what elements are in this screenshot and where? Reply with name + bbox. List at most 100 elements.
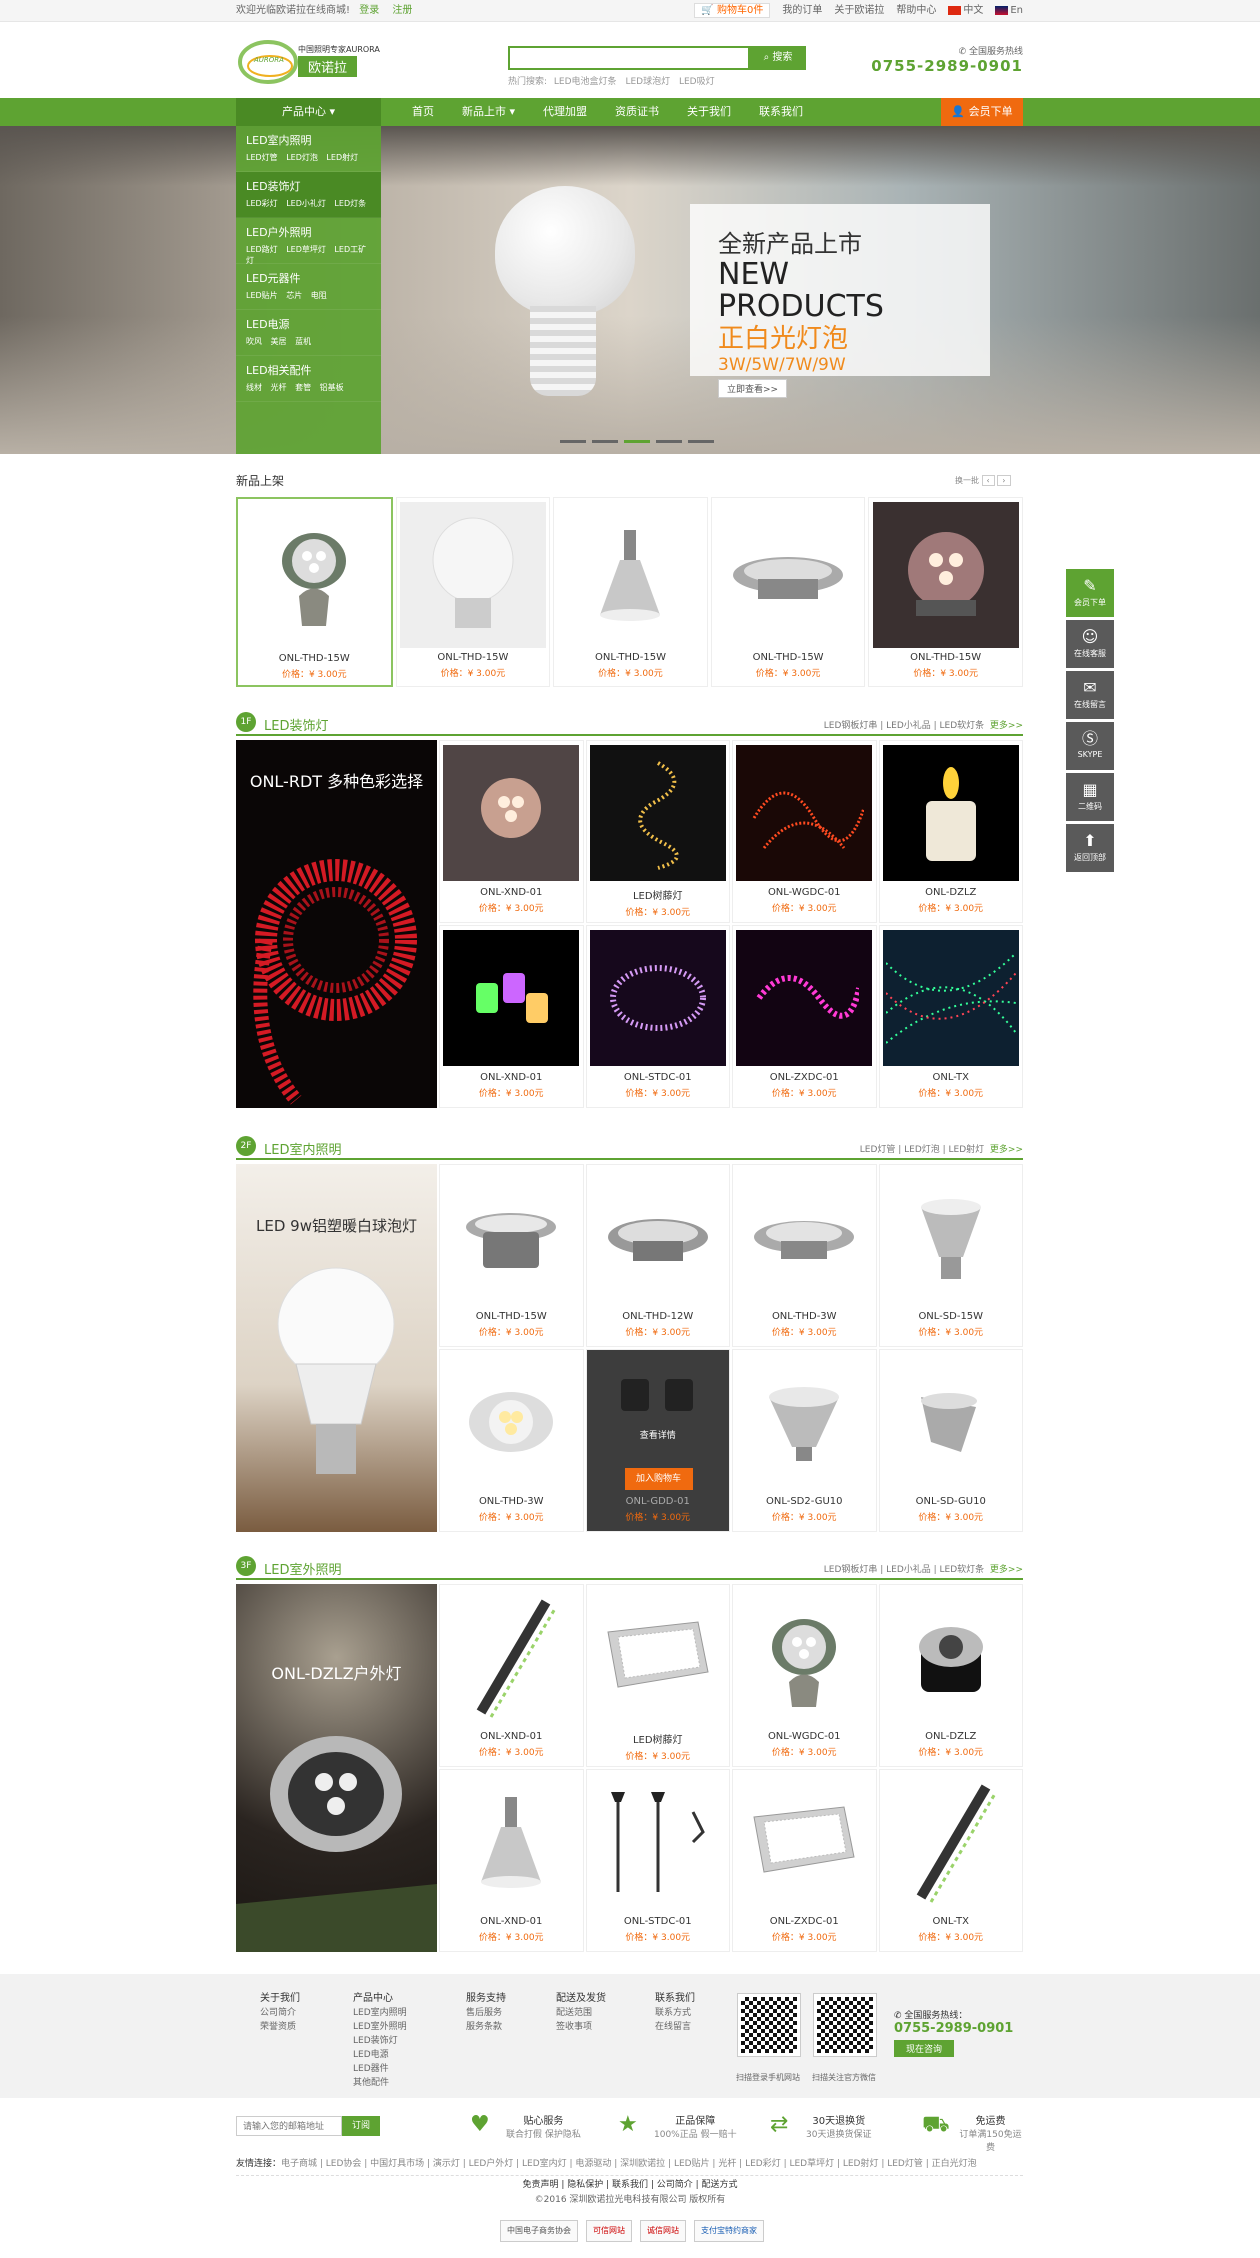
product-cell[interactable]: ONL-SD2-GU10 价格：¥ 3.00元 <box>732 1349 877 1532</box>
member-order-side-button[interactable]: ✎ 会员下单 <box>1066 569 1114 617</box>
floor-title[interactable]: LED室外照明 <box>264 1559 341 1578</box>
trust-badge[interactable]: 可信网站 <box>586 2220 632 2242</box>
floor-title[interactable]: LED装饰灯 <box>264 715 328 734</box>
trust-badge[interactable]: 支付宝特约商家 <box>694 2220 764 2242</box>
nav-contact[interactable]: 联系我们 <box>745 98 817 126</box>
product-cell[interactable]: ONL-STDC-01 价格：¥ 3.00元 <box>585 925 730 1108</box>
product-name[interactable]: ONL-XND-01 <box>440 887 583 898</box>
floor-feature[interactable]: LED 9w铝塑暖白球泡灯 <box>236 1164 437 1532</box>
category-item[interactable]: LED相关配件 线材 光杆 套管 铝基板 <box>236 356 381 402</box>
product-name[interactable]: ONL-XND-01 <box>440 1072 583 1083</box>
product-cell[interactable]: ONL-TX 价格：¥ 3.00元 <box>878 925 1023 1108</box>
back-to-top-button[interactable]: ⬆ 返回顶部 <box>1066 824 1114 872</box>
product-cell[interactable]: ONL-DZLZ 价格：¥ 3.00元 <box>878 740 1023 923</box>
product-cell[interactable]: ONL-TX 价格：¥ 3.00元 <box>878 1769 1023 1952</box>
product-cell[interactable]: ONL-WGDC-01 价格：¥ 3.00元 <box>732 740 877 923</box>
category-subs[interactable]: 线材 光杆 套管 铝基板 <box>246 382 371 393</box>
more-link[interactable]: 更多>> <box>990 1565 1023 1575</box>
carousel-dot[interactable] <box>656 440 682 443</box>
product-name[interactable]: ONL-THD-15W <box>397 652 550 663</box>
product-cell[interactable]: ONL-SD-15W 价格：¥ 3.00元 <box>878 1164 1023 1347</box>
floor-title[interactable]: LED室内照明 <box>264 1139 341 1158</box>
product-name[interactable]: ONL-THD-3W <box>733 1311 876 1322</box>
consult-button[interactable]: 现在咨询 <box>894 2040 955 2057</box>
product-name[interactable]: LED树藤灯 <box>587 887 730 902</box>
floor-sublinks[interactable]: LED钢板灯串 | LED小礼品 | LED软灯条 <box>824 721 984 731</box>
footer-link[interactable]: 配送范围 <box>556 2006 606 2020</box>
product-name[interactable]: ONL-SD-GU10 <box>880 1496 1023 1507</box>
qrcode-button[interactable]: ▦ 二维码 <box>1066 773 1114 821</box>
hot-link[interactable]: LED球泡灯 <box>625 77 670 87</box>
product-cell[interactable]: ONL-STDC-01 价格：¥ 3.00元 <box>585 1769 730 1952</box>
product-cell[interactable]: ONL-XND-01 价格：¥ 3.00元 <box>439 1584 584 1767</box>
footer-link[interactable]: 公司简介 <box>260 2006 300 2020</box>
member-order-button[interactable]: 👤 会员下单 <box>941 98 1023 126</box>
footer-link[interactable]: 荣誉资质 <box>260 2020 300 2034</box>
footer-link[interactable]: LED器件 <box>353 2062 407 2076</box>
product-name[interactable]: ONL-THD-15W <box>712 652 865 663</box>
product-cell[interactable]: ONL-SD-GU10 价格：¥ 3.00元 <box>878 1349 1023 1532</box>
category-subs[interactable]: LED灯管 LED灯泡 LED射灯 <box>246 152 371 163</box>
product-name[interactable]: ONL-SD2-GU10 <box>733 1496 876 1507</box>
next-arrow-icon[interactable]: › <box>997 475 1011 486</box>
footer-link[interactable]: LED室外照明 <box>353 2020 407 2034</box>
nav-certificates[interactable]: 资质证书 <box>601 98 673 126</box>
lang-cn-link[interactable]: 中文 <box>948 0 983 21</box>
carousel-dot[interactable] <box>560 440 586 443</box>
hot-link[interactable]: LED吸灯 <box>679 77 715 87</box>
floor-feature[interactable]: ONL-RDT 多种色彩选择 <box>236 740 437 1108</box>
product-card[interactable]: ONL-THD-15W 价格：¥ 3.00元 <box>868 497 1023 687</box>
product-cell[interactable]: ONL-THD-3W 价格：¥ 3.00元 <box>439 1349 584 1532</box>
product-category-toggle[interactable]: 产品中心 ▾ <box>236 98 381 126</box>
hot-link[interactable]: LED电池盒灯条 <box>554 77 617 87</box>
footer-link[interactable]: 其他配件 <box>353 2076 407 2090</box>
category-subs[interactable]: LED路灯 LED草坪灯 LED工矿灯 <box>246 244 371 266</box>
product-cell[interactable]: ONL-ZXDC-01 价格：¥ 3.00元 <box>732 925 877 1108</box>
product-name[interactable]: ONL-XND-01 <box>440 1916 583 1927</box>
product-name[interactable]: ONL-THD-12W <box>587 1311 730 1322</box>
cart-button[interactable]: 🛒 购物车0件 <box>694 3 771 18</box>
product-name[interactable]: ONL-THD-3W <box>440 1496 583 1507</box>
product-name[interactable]: ONL-THD-15W <box>238 653 391 664</box>
about-link[interactable]: 关于欧诺拉 <box>834 0 884 21</box>
category-item[interactable]: LED户外照明 LED路灯 LED草坪灯 LED工矿灯 <box>236 218 381 266</box>
footer-link[interactable]: 售后服务 <box>466 2006 506 2020</box>
search-button[interactable]: ⌕ 搜索 <box>750 46 806 70</box>
more-link[interactable]: 更多>> <box>990 1145 1023 1155</box>
product-cell[interactable]: ONL-XND-01 价格：¥ 3.00元 <box>439 740 584 923</box>
product-name[interactable]: ONL-THD-15W <box>440 1311 583 1322</box>
product-name[interactable]: ONL-STDC-01 <box>587 1916 730 1927</box>
product-card[interactable]: ONL-THD-15W 价格：¥ 3.00元 <box>710 497 866 687</box>
product-cell[interactable]: ONL-THD-12W 价格：¥ 3.00元 <box>585 1164 730 1347</box>
product-name[interactable]: ONL-WGDC-01 <box>733 1731 876 1742</box>
product-name[interactable]: ONL-THD-15W <box>869 652 1022 663</box>
register-link[interactable]: 注册 <box>392 5 412 16</box>
footer-link[interactable]: 在线留言 <box>655 2020 695 2034</box>
product-cell[interactable]: LED树藤灯 价格：¥ 3.00元 <box>585 740 730 923</box>
product-cell[interactable]: ONL-XND-01 价格：¥ 3.00元 <box>439 1769 584 1952</box>
footer-link[interactable]: 联系方式 <box>655 2006 695 2020</box>
online-message-button[interactable]: ✉ 在线留言 <box>1066 671 1114 719</box>
skype-button[interactable]: Ⓢ SKYPE <box>1066 722 1114 770</box>
my-orders-link[interactable]: 我的订单 <box>782 0 822 21</box>
prev-arrow-icon[interactable]: ‹ <box>981 475 995 486</box>
more-link[interactable]: 更多>> <box>990 721 1023 731</box>
product-card[interactable]: ONL-THD-15W 价格：¥ 3.00元 <box>553 497 708 687</box>
footer-link[interactable]: LED装饰灯 <box>353 2034 407 2048</box>
trust-badge[interactable]: 诚信网站 <box>640 2220 686 2242</box>
online-service-button[interactable]: ☺ 在线客服 <box>1066 620 1114 668</box>
floor-sublinks[interactable]: LED钢板灯串 | LED小礼品 | LED软灯条 <box>824 1565 984 1575</box>
hero-banner[interactable]: LED室内照明 LED灯管 LED灯泡 LED射灯 LED装饰灯 LED彩灯 LED… <box>0 126 1260 454</box>
product-name[interactable]: LED树藤灯 <box>587 1731 730 1746</box>
product-name[interactable]: ONL-DZLZ <box>880 887 1023 898</box>
product-name[interactable]: ONL-TX <box>880 1916 1023 1927</box>
product-name[interactable]: ONL-XND-01 <box>440 1731 583 1742</box>
nav-agency[interactable]: 代理加盟 <box>529 98 601 126</box>
nav-about[interactable]: 关于我们 <box>673 98 745 126</box>
product-name[interactable]: ONL-SD-15W <box>880 1311 1023 1322</box>
floor-feature[interactable]: ONL-DZLZ户外灯 <box>236 1584 437 1952</box>
trust-badge[interactable]: 中国电子商务协会 <box>500 2220 578 2242</box>
category-subs[interactable]: LED彩灯 LED小礼灯 LED灯条 <box>246 198 371 209</box>
product-name[interactable]: ONL-THD-15W <box>554 652 707 663</box>
product-cell[interactable]: ONL-DZLZ 价格：¥ 3.00元 <box>878 1584 1023 1767</box>
